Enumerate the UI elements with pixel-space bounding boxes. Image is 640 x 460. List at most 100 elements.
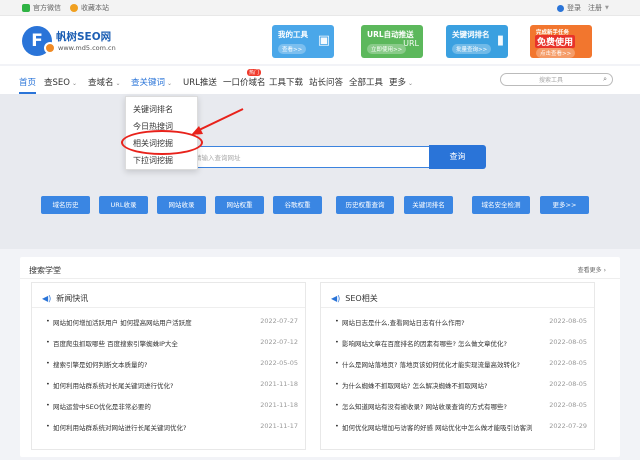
seo-heading: ◀) SEO相关 <box>331 293 378 304</box>
menu-item-keyword-rank[interactable]: 关键词排名 <box>133 104 173 115</box>
nav-home[interactable]: 首页 <box>19 76 36 88</box>
quick-btn-domain-history[interactable]: 域名历史 <box>41 196 90 214</box>
search-icon[interactable]: ⌕ <box>603 75 607 84</box>
bullet: • <box>335 401 339 409</box>
article-title[interactable]: 如何利用站群系统对网站进行长尾关键词优化? <box>53 422 186 432</box>
list-item[interactable]: • 如何优化网站增加与访客的好感 网站优化中怎么做才能吸引访客浏览 2022-07-… <box>335 422 587 434</box>
article-title[interactable]: 如何利用站群系统对长尾关键词进行优化? <box>53 380 173 390</box>
query-button[interactable]: 查询 <box>429 145 486 169</box>
query-input[interactable]: 请输入查询网址 <box>170 146 430 168</box>
article-title[interactable]: 网站日志是什么,查看网站日志有什么作用? <box>342 317 465 327</box>
nav-all-tools[interactable]: 全部工具 <box>349 76 383 88</box>
promo-highlight: 免费使用 <box>535 35 576 48</box>
nav-url-push[interactable]: URL推送 <box>183 76 217 88</box>
list-item[interactable]: • 如何利用站群系统对长尾关键词进行优化? 2021-11-18 <box>46 380 298 392</box>
chevron-down-icon: ⌄ <box>167 80 173 87</box>
list-item[interactable]: • 如何利用站群系统对网站进行长尾关键词优化? 2021-11-17 <box>46 422 298 434</box>
register-link[interactable]: 注册 ▼ <box>588 3 609 13</box>
article-title[interactable]: 网站运营中SEO优化是非常必要的 <box>53 401 151 411</box>
nav-tool-download[interactable]: 工具下载 <box>269 76 303 88</box>
article-date: 2022-07-27 <box>260 317 298 325</box>
logo-name: 帆树SEO网 <box>56 31 112 43</box>
article-date: 2021-11-17 <box>260 422 298 430</box>
list-item[interactable]: • 搜索引擎是如何判断文本质量的? 2022-05-05 <box>46 359 298 371</box>
bullet: • <box>46 338 50 346</box>
promo-button[interactable]: 批量查询>> <box>452 44 492 54</box>
list-item[interactable]: • 怎么知道网站有没有被收录? 网站收录查询的方式有哪些? 2022-08-05 <box>335 401 587 413</box>
article-title[interactable]: 影响网站文章在百度排名的因素有哪些? 怎么做文章优化? <box>342 338 507 348</box>
wechat-label: 官方微信 <box>33 4 61 12</box>
promo-free-use[interactable]: 完成新手任务 免费使用 点击查看>> <box>530 25 592 58</box>
wechat-link[interactable]: 官方微信 <box>22 3 61 13</box>
register-label: 注册 <box>588 4 602 12</box>
divider <box>32 307 305 308</box>
nav-qa[interactable]: 站长问答 <box>309 76 343 88</box>
hot-badge: 热门 <box>247 69 262 76</box>
bullet: • <box>335 422 339 430</box>
quick-btn-site-weight[interactable]: 网站权重 <box>215 196 264 214</box>
list-item[interactable]: • 网站如何增加活跃用户 如何提高网站用户活跃度 2022-07-27 <box>46 317 298 329</box>
article-title[interactable]: 如何优化网站增加与访客的好感 网站优化中怎么做才能吸引访客浏览 <box>342 422 532 432</box>
divider <box>20 278 620 279</box>
list-item[interactable]: • 网站日志是什么,查看网站日志有什么作用? 2022-08-05 <box>335 317 587 329</box>
article-title[interactable]: 为什么蜘蛛不抓取网站? 怎么解决蜘蛛不抓取网站? <box>342 380 487 390</box>
article-title[interactable]: 什么是网站落地页? 落地页该如何优化才能实现流量高效转化? <box>342 359 520 369</box>
list-item[interactable]: • 影响网站文章在百度排名的因素有哪些? 怎么做文章优化? 2022-08-05 <box>335 338 587 350</box>
bullet: • <box>46 401 50 409</box>
bullet: • <box>46 359 50 367</box>
chevron-down-icon: ⌄ <box>408 80 414 87</box>
nav-keyword[interactable]: 查关键词 ⌄ <box>131 76 172 88</box>
tool-search-input[interactable]: 搜索工具 ⌕ <box>500 73 613 86</box>
bullet: • <box>335 359 339 367</box>
nav-more[interactable]: 更多 ⌄ <box>389 76 413 88</box>
nav-buy-domain[interactable]: 一口价域名 <box>223 76 266 88</box>
logo-url: www.md5.com.cn <box>58 44 116 52</box>
speaker-icon: ◀) <box>331 294 341 303</box>
article-title[interactable]: 搜索引擎是如何判断文本质量的? <box>53 359 147 369</box>
quick-btn-weight-history[interactable]: 历史权重查询 <box>336 196 394 214</box>
article-title[interactable]: 怎么知道网站有没有被收录? 网站收录查询的方式有哪些? <box>342 401 507 411</box>
more-label: 查看更多 <box>577 267 602 274</box>
nav-seo[interactable]: 查SEO ⌄ <box>44 76 77 88</box>
quick-btn-domain-security[interactable]: 域名安全检测 <box>472 196 530 214</box>
panel-title: 搜索学堂 <box>29 266 61 275</box>
article-title[interactable]: 百度爬虫抓取哪些 百度搜索引擎蜘蛛IP大全 <box>53 338 178 348</box>
list-item[interactable]: • 为什么蜘蛛不抓取网站? 怎么解决蜘蛛不抓取网站? 2022-08-05 <box>335 380 587 392</box>
promo-button[interactable]: 查看>> <box>278 44 307 54</box>
login-link[interactable]: 登录 <box>557 3 581 13</box>
menu-item-dropdown-words[interactable]: 下拉词挖掘 <box>133 155 173 166</box>
article-title[interactable]: 网站如何增加活跃用户 如何提高网站用户活跃度 <box>53 317 192 327</box>
article-date: 2022-07-29 <box>549 422 587 430</box>
list-item[interactable]: • 网站运营中SEO优化是非常必要的 2021-11-18 <box>46 401 298 413</box>
search-placeholder: 搜索工具 <box>539 77 564 84</box>
quick-btn-url-index[interactable]: URL收录 <box>99 196 148 214</box>
site-logo[interactable]: F 帆树SEO网 www.md5.com.cn <box>22 26 122 60</box>
article-date: 2022-08-05 <box>549 317 587 325</box>
bullet: • <box>46 380 50 388</box>
star-icon <box>70 4 78 12</box>
hero-section <box>0 94 640 249</box>
promo-button[interactable]: 立即使用>> <box>367 44 407 54</box>
panel-more-link[interactable]: 查看更多 › <box>578 265 606 274</box>
url-icon: URL <box>403 39 419 48</box>
promo-button[interactable]: 点击查看>> <box>536 48 576 58</box>
promo-keyword-rank[interactable]: 关键词排名 批量查询>> ▮ <box>446 25 508 58</box>
chevron-down-icon: ⌄ <box>71 80 77 87</box>
quick-btn-more[interactable]: 更多>> <box>540 196 589 214</box>
promo-my-tools[interactable]: 我的工具 查看>> ▣ <box>272 25 334 58</box>
quick-btn-site-index[interactable]: 网站收录 <box>157 196 206 214</box>
seo-box: ◀) SEO相关 • 网站日志是什么,查看网站日志有什么作用? 2022-08-05 •… <box>320 282 595 450</box>
list-item[interactable]: • 什么是网站落地页? 落地页该如何优化才能实现流量高效转化? 2022-08-05 <box>335 359 587 371</box>
promo-url-push[interactable]: URL自动推送 立即使用>> URL <box>361 25 423 58</box>
nav-label: 查SEO <box>44 78 70 88</box>
speaker-icon: ◀) <box>42 294 52 303</box>
favorite-link[interactable]: 收藏本站 <box>70 3 109 13</box>
list-item[interactable]: • 百度爬虫抓取哪些 百度搜索引擎蜘蛛IP大全 2022-07-12 <box>46 338 298 350</box>
article-date: 2022-08-05 <box>549 338 587 346</box>
nav-domain[interactable]: 查域名 ⌄ <box>88 76 121 88</box>
nav-label: 更多 <box>389 78 407 88</box>
quick-btn-google-weight[interactable]: 谷歌权重 <box>273 196 322 214</box>
user-icon <box>557 4 564 12</box>
article-date: 2022-08-05 <box>549 359 587 367</box>
quick-btn-keyword-rank[interactable]: 关键词排名 <box>404 196 453 214</box>
